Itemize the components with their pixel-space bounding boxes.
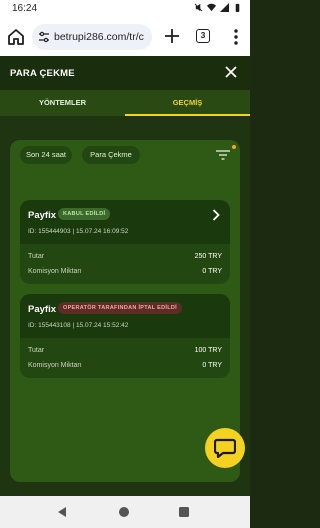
fee-row: Komisyon Miktarı 0 TRY: [28, 268, 222, 275]
amount-value: 250 TRY: [194, 253, 222, 260]
amount-row: Tutar 100 TRY: [28, 347, 222, 354]
status-time: 16:24: [12, 3, 38, 14]
status-bar: 16:24: [0, 0, 250, 18]
fee-value: 0 TRY: [202, 268, 222, 275]
transaction-method: Payfix: [28, 210, 56, 221]
address-bar[interactable]: betrupi286.com/tr/c: [32, 24, 152, 50]
fee-row: Komisyon Miktarı 0 TRY: [28, 362, 222, 369]
transaction-meta: ID: 155444903 | 15.07.24 16:09:52: [28, 228, 129, 235]
amount-value: 100 TRY: [194, 347, 222, 354]
wifi-icon: [207, 3, 216, 12]
transaction-method: Payfix: [28, 304, 56, 315]
transaction-meta: ID: 155443108 | 15.07.24 15:52:42: [28, 322, 129, 329]
transaction-header: [20, 200, 230, 244]
notification-dot: [232, 145, 236, 149]
fee-label: Komisyon Miktarı: [28, 362, 82, 369]
status-badge: OPERATÖR TARAFINDAN İPTAL EDİLDİ: [58, 302, 182, 314]
battery-icon: [235, 3, 240, 12]
site-settings-icon[interactable]: [38, 31, 50, 43]
filter-chip-period[interactable]: Son 24 saat: [20, 146, 72, 164]
amount-row: Tutar 250 TRY: [28, 253, 222, 260]
amount-label: Tutar: [28, 253, 45, 260]
filter-icon[interactable]: [216, 150, 230, 160]
system-nav-bar: [0, 496, 250, 528]
filter-chip-type[interactable]: Para Çekme: [82, 146, 140, 164]
modal-title: PARA ÇEKME: [10, 68, 75, 79]
mute-icon: [194, 3, 203, 12]
live-chat-button[interactable]: [205, 428, 245, 468]
signal-icon: [220, 3, 229, 12]
nav-recent-icon[interactable]: [178, 506, 190, 518]
close-icon[interactable]: [224, 65, 238, 79]
nav-home-icon[interactable]: [118, 506, 130, 518]
status-badge: KABUL EDİLDİ: [58, 208, 111, 220]
tab-switcher-button[interactable]: 3: [196, 29, 210, 43]
status-icons: [194, 3, 242, 12]
amount-label: Tutar: [28, 347, 45, 354]
browser-toolbar: betrupi286.com/tr/c 3: [0, 18, 250, 56]
fee-value: 0 TRY: [202, 362, 222, 369]
url-text: betrupi286.com/tr/c: [54, 31, 144, 43]
nav-back-icon[interactable]: [56, 506, 68, 518]
more-vert-icon[interactable]: [228, 27, 244, 47]
chat-icon: [214, 438, 236, 458]
transaction-card[interactable]: Payfix KABUL EDİLDİ ID: 155444903 | 15.0…: [20, 200, 230, 284]
new-tab-icon[interactable]: [162, 26, 182, 46]
fee-label: Komisyon Miktarı: [28, 268, 82, 275]
transaction-card[interactable]: Payfix OPERATÖR TARAFINDAN İPTAL EDİLDİ …: [20, 294, 230, 378]
transaction-header: [20, 294, 230, 338]
home-icon[interactable]: [6, 27, 26, 47]
history-list: Son 24 saat Para Çekme Payfix KABUL EDİL…: [10, 140, 240, 482]
withdraw-modal: PARA ÇEKME YÖNTEMLER GEÇMİŞ Son 24 saat …: [0, 56, 250, 496]
chevron-right-icon[interactable]: [212, 209, 220, 221]
